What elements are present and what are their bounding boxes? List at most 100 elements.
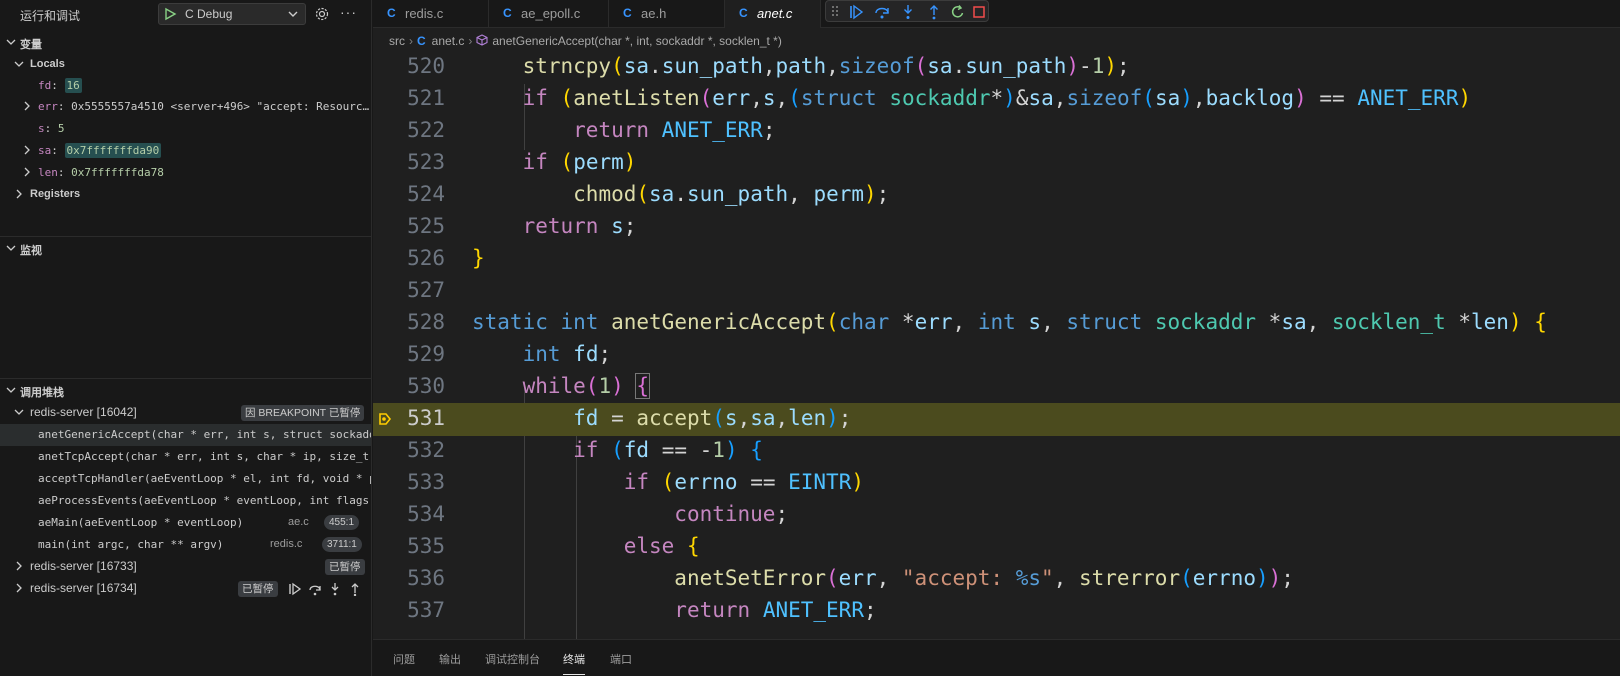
stack-frame-row[interactable]: aeProcessEvents(aeEventLoop * eventLoop,… xyxy=(0,490,371,512)
code-line[interactable]: 524 chmod(sa.sun_path, perm); xyxy=(373,179,1620,212)
chevron-right-icon xyxy=(24,145,30,155)
variable-row[interactable]: len: 0x7fffffffda78 xyxy=(0,162,371,184)
divider xyxy=(0,378,371,379)
stack-frame-row[interactable]: acceptTcpHandler(aeEventLoop * el, int f… xyxy=(0,468,372,490)
code-line[interactable]: 528 static int anetGenericAccept(char *e… xyxy=(373,307,1620,340)
chevron-right-icon xyxy=(24,101,30,111)
code-text: } xyxy=(472,246,485,270)
chevron-right-icon xyxy=(16,189,22,199)
code-line[interactable]: 535 else { xyxy=(373,531,1620,564)
stop-icon[interactable] xyxy=(972,4,986,20)
stack-frame-row[interactable]: main(int argc, char ** argv) redis.c 371… xyxy=(0,534,371,556)
variable-row[interactable]: fd: 16 xyxy=(0,75,371,97)
chevron-down-icon xyxy=(6,39,16,45)
tab-anet-c[interactable]: C anet.c xyxy=(725,0,821,28)
continue-icon[interactable] xyxy=(848,4,864,20)
code-text: int fd; xyxy=(522,342,612,366)
registers-label: Registers xyxy=(30,188,81,200)
stack-frame-row[interactable]: anetGenericAccept(char * err, int s, str… xyxy=(0,424,371,446)
code-line[interactable]: 527 xyxy=(373,275,1620,308)
line-number: 522 xyxy=(407,118,445,142)
code-line[interactable]: 521 if (anetListen(err,s,(struct sockadd… xyxy=(373,83,1620,116)
variable-value: 0x7fffffffda90 xyxy=(64,143,162,158)
debug-sidebar: 运行和调试 C Debug ··· 变量 Locals fd: 16 err: … xyxy=(0,0,372,676)
locals-scope[interactable]: Locals xyxy=(0,54,371,76)
step-into-icon[interactable] xyxy=(328,582,342,596)
step-out-icon[interactable] xyxy=(926,4,942,20)
variable-value: 5 xyxy=(57,122,65,135)
code-line[interactable]: 536 anetSetError(err, "accept: %s", stre… xyxy=(373,563,1620,596)
variable-row[interactable]: sa: 0x7fffffffda90 xyxy=(0,140,371,162)
code-text: return ANET_ERR; xyxy=(573,118,776,142)
code-text: continue; xyxy=(674,502,789,526)
tab-problems[interactable]: 问题 xyxy=(393,651,415,667)
step-over-icon[interactable] xyxy=(308,582,322,596)
locals-label: Locals xyxy=(30,58,65,70)
frame-function: acceptTcpHandler(aeEventLoop * el, int f… xyxy=(38,472,372,485)
chevron-right-icon xyxy=(24,167,30,177)
tab-redis-c[interactable]: C redis.c xyxy=(373,0,489,28)
frame-file: ae.c xyxy=(288,516,309,528)
step-into-icon[interactable] xyxy=(900,4,916,20)
code-line[interactable]: 520 strncpy(sa.sun_path,path,sizeof(sa.s… xyxy=(373,51,1620,84)
step-over-icon[interactable] xyxy=(874,4,890,20)
current-execution-line[interactable]: 531 fd = accept(s,sa,len); xyxy=(373,403,1620,436)
code-line[interactable]: 526 } xyxy=(373,243,1620,276)
step-out-icon[interactable] xyxy=(348,582,362,596)
status-badge: 因 BREAKPOINT 已暂停 xyxy=(241,405,365,421)
callstack-section-header[interactable]: 调用堆栈 xyxy=(0,380,371,402)
c-file-icon: C xyxy=(623,6,632,20)
panel-tabbar: 问题 输出 调试控制台 终端 端口 xyxy=(373,639,1620,676)
code-editor[interactable]: 520 strncpy(sa.sun_path,path,sizeof(sa.s… xyxy=(373,51,1620,639)
more-actions-icon[interactable]: ··· xyxy=(340,4,357,20)
breadcrumb-file[interactable]: anet.c xyxy=(432,34,465,48)
tab-terminal[interactable]: 终端 xyxy=(563,651,585,675)
tab-debug-console[interactable]: 调试控制台 xyxy=(485,651,540,667)
code-text: if (fd == -1) { xyxy=(573,438,763,462)
line-number: 525 xyxy=(407,214,445,238)
registers-scope[interactable]: Registers xyxy=(0,184,371,206)
debug-config-select[interactable]: C Debug xyxy=(158,3,306,25)
tab-ports[interactable]: 端口 xyxy=(610,651,632,667)
variable-row[interactable]: err: 0x5555557a4510 <server+496> "accept… xyxy=(0,96,371,118)
restart-icon[interactable] xyxy=(950,4,966,20)
c-file-icon: C xyxy=(417,34,426,48)
continue-icon[interactable] xyxy=(288,582,302,596)
tab-ae-h[interactable]: C ae.h xyxy=(609,0,725,28)
variable-name: sa xyxy=(38,144,52,157)
variables-section-header[interactable]: 变量 xyxy=(0,32,371,54)
frame-line-badge: 455:1 xyxy=(324,515,360,530)
c-file-icon: C xyxy=(387,6,396,20)
stack-frame-row[interactable]: aeMain(aeEventLoop * eventLoop) ae.c 455… xyxy=(0,512,371,534)
code-line[interactable]: 529 int fd; xyxy=(373,339,1620,372)
thread-row[interactable]: redis-server [16734] 已暂停 xyxy=(0,578,371,600)
code-line[interactable]: 537 return ANET_ERR; xyxy=(373,595,1620,628)
code-line[interactable]: 525 return s; xyxy=(373,211,1620,244)
code-text: chmod(sa.sun_path, perm); xyxy=(573,182,890,206)
tab-output[interactable]: 输出 xyxy=(439,651,461,667)
start-debugging-icon[interactable] xyxy=(163,7,177,21)
watch-section-header[interactable]: 监视 xyxy=(0,238,371,260)
code-line[interactable]: 534 continue; xyxy=(373,499,1620,532)
thread-row[interactable]: redis-server [16042] 因 BREAKPOINT 已暂停 xyxy=(0,402,371,424)
thread-name: redis-server [16734] xyxy=(30,581,137,595)
chevron-down-icon xyxy=(6,387,16,393)
code-line[interactable]: 523 if (perm) xyxy=(373,147,1620,180)
drag-handle-icon[interactable] xyxy=(830,4,840,18)
code-line[interactable]: 530 while(1) { xyxy=(373,371,1620,404)
code-line[interactable]: 532 if (fd == -1) { xyxy=(373,435,1620,468)
variable-row[interactable]: s: 5 xyxy=(0,118,371,140)
thread-name: redis-server [16042] xyxy=(30,405,137,419)
run-and-debug-title: 运行和调试 xyxy=(20,9,81,23)
tab-ae-epoll-c[interactable]: C ae_epoll.c xyxy=(489,0,609,28)
line-number: 537 xyxy=(407,598,445,622)
gear-icon[interactable] xyxy=(314,6,330,22)
status-badge: 已暂停 xyxy=(238,581,278,597)
code-line[interactable]: 522 return ANET_ERR; xyxy=(373,115,1620,148)
thread-row[interactable]: redis-server [16733] 已暂停 xyxy=(0,556,371,578)
variable-name: fd xyxy=(38,79,52,92)
code-line[interactable]: 533 if (errno == EINTR) xyxy=(373,467,1620,500)
breadcrumb-symbol[interactable]: anetGenericAccept(char *, int, sockaddr … xyxy=(492,34,781,48)
breadcrumb-folder[interactable]: src xyxy=(389,34,405,48)
stack-frame-row[interactable]: anetTcpAccept(char * err, int s, char * … xyxy=(0,446,371,468)
